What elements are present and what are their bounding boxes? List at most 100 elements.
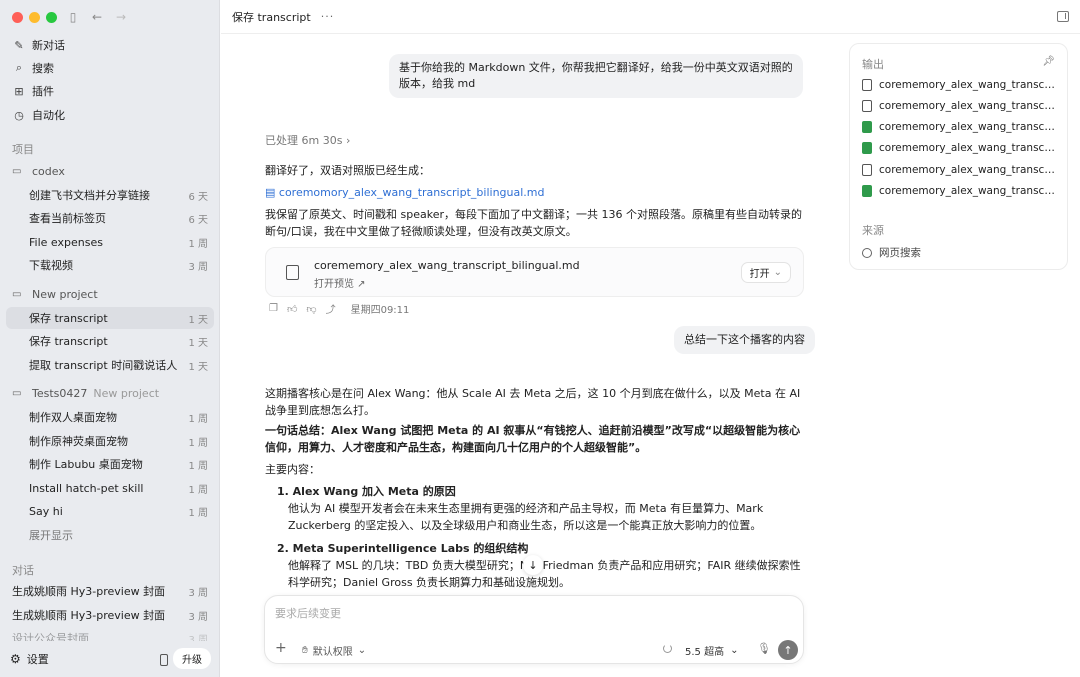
chevron-right-icon: › (345, 134, 351, 147)
output-file[interactable]: corememory_alex_wang_transcript... (862, 100, 1058, 112)
loading-spinner-icon (663, 644, 672, 653)
output-panel: 输出 📌︎ corememory_alex_wang_transcript...… (849, 43, 1068, 270)
maximize-window-button[interactable] (46, 12, 57, 23)
document-icon (286, 265, 299, 280)
clock-icon: ◷ (14, 108, 24, 122)
file-icon: ▤ (265, 186, 279, 199)
back-arrow-icon[interactable]: ← (90, 10, 104, 24)
top-bar: 保存 transcript ··· (221, 0, 1080, 34)
chat-item[interactable]: 生成姚顺雨 Hy3-preview 封面 3 周 (6, 604, 214, 626)
chat-item[interactable]: Say hi 1 周 (6, 500, 214, 522)
copy-icon[interactable]: ❐ (269, 303, 278, 314)
nav-automation[interactable]: ◷ 自动化 (6, 104, 214, 126)
spreadsheet-icon (862, 142, 872, 154)
document-icon (862, 164, 872, 176)
user-message: 基于你给我的 Markdown 文件，你帮我把它翻译好，给我一份中英文双语对照的… (389, 54, 803, 98)
output-title: 输出 (862, 58, 884, 71)
pin-icon[interactable]: 📌︎ (1042, 56, 1055, 67)
model-selector[interactable]: 5.5 超高 ⌄ (685, 643, 738, 658)
gear-icon: ⚙ (10, 652, 21, 666)
processed-toggle[interactable]: 已处理 6m 30s › (265, 132, 350, 148)
output-file[interactable]: corememory_alex_wang_transcript... (862, 164, 1058, 176)
chat-area: 基于你给我的 Markdown 文件，你帮我把它翻译好，给我一份中英文双语对照的… (221, 35, 841, 595)
sidebar-toggle-icon[interactable]: ▯ (66, 10, 80, 24)
output-file[interactable]: corememory_alex_wang_transcript... (862, 79, 1058, 91)
nav-plugins[interactable]: ⊞ 插件 (6, 80, 214, 102)
list-item: 1. Alex Wang 加入 Meta 的原因 他认为 AI 模型开发者会在未… (277, 485, 764, 532)
document-icon (862, 100, 872, 112)
file-card[interactable]: corememory_alex_wang_transcript_bilingua… (265, 247, 804, 297)
sidebar: ▯ ← → ✎ 新对话 ⌕ 搜索 ⊞ 插件 ◷ 自动化 项目 ▭ codex 创建飞书文档… (0, 0, 220, 677)
thumbs-up-icon[interactable]: 👍︎ (287, 303, 297, 315)
chat-item[interactable]: Install hatch-pet skill 1 周 (6, 477, 214, 499)
user-message: 总结一下这个播客的内容 (674, 326, 815, 354)
chat-item[interactable]: 生成姚顺雨 Hy3-preview 封面 3 周 (6, 580, 214, 602)
show-more-link[interactable]: 展开显示 (6, 524, 214, 546)
assistant-text: 主要内容： (265, 463, 320, 476)
folder-codex[interactable]: ▭ codex (6, 160, 214, 182)
chat-item[interactable]: 制作双人桌面宠物 1 周 (6, 406, 214, 428)
thumbs-down-icon[interactable]: 👎︎ (306, 303, 316, 315)
scroll-down-button[interactable]: ↓ (523, 555, 543, 575)
chat-item[interactable]: 查看当前标签页 6 天 (6, 207, 214, 229)
share-icon[interactable]: ⤴ (326, 301, 336, 316)
file-link[interactable]: ▤ coremomory_alex_wang_transcript_biling… (265, 184, 805, 201)
sidebar-top-icons: ▯ ← → (66, 10, 128, 24)
folder-icon: ▭ (12, 165, 22, 177)
assistant-text: 翻译好了，双语对照版已经生成： (265, 164, 430, 177)
chat-item[interactable]: 保存 transcript 1 天 (6, 330, 214, 352)
close-window-button[interactable] (12, 12, 23, 23)
chat-item-active[interactable]: 保存 transcript 1 天 (6, 307, 214, 329)
window-controls (12, 12, 57, 23)
chat-item[interactable]: 创建飞书文档并分享链接 6 天 (6, 184, 214, 206)
assistant-text: 我保留了原英文、时间戳和 speaker，每段下面加了中文翻译；一共 136 个… (265, 208, 802, 238)
file-card-name: corememory_alex_wang_transcript_bilingua… (314, 259, 580, 272)
chats-section-title: 对话 (12, 564, 34, 577)
folder-new-project[interactable]: ▭ New project (6, 283, 214, 305)
projects-section-title: 项目 (12, 143, 34, 156)
edit-icon: ✎ (14, 38, 24, 52)
add-icon[interactable]: + (275, 640, 287, 656)
chat-item[interactable]: 提取 transcript 时间戳说话人 1 天 (6, 354, 214, 376)
panel-toggle-icon[interactable] (1057, 11, 1069, 22)
open-preview-link[interactable]: 打开预览 ↗ (314, 275, 366, 290)
send-button[interactable]: ↑ (778, 640, 798, 660)
assistant-text: 这期播客核心是在问 Alex Wang：他从 Scale AI 去 Meta 之… (265, 387, 801, 417)
phone-icon[interactable] (160, 654, 168, 666)
folder-icon: ▭ (12, 387, 22, 399)
folder-tests0427[interactable]: ▭ Tests0427 New project (6, 382, 214, 404)
chat-item[interactable]: File expenses 1 周 (6, 231, 214, 253)
microphone-icon[interactable]: 🎙︎ (757, 642, 771, 655)
upgrade-button[interactable]: 升级 (173, 648, 211, 669)
output-file[interactable]: corememory_alex_wang_transcript... (862, 142, 1058, 154)
minimize-window-button[interactable] (29, 12, 40, 23)
chat-item[interactable]: 下载视频 3 周 (6, 254, 214, 276)
page-title: 保存 transcript (232, 10, 311, 24)
spreadsheet-icon (862, 121, 872, 133)
nav-search[interactable]: ⌕ 搜索 (6, 57, 214, 79)
more-options-icon[interactable]: ··· (321, 10, 335, 23)
nav-new-chat[interactable]: ✎ 新对话 (6, 34, 214, 56)
output-file[interactable]: corememory_alex_wang_transcript... (862, 185, 1058, 197)
message-input[interactable]: 要求后续变更 (275, 605, 341, 621)
composer: 要求后续变更 + ✋︎ 默认权限 ⌄ 5.5 超高 ⌄ 🎙︎ ↑ (264, 595, 804, 664)
chat-item[interactable]: 制作 Labubu 桌面宠物 1 周 (6, 453, 214, 475)
folder-icon: ▭ (12, 288, 22, 300)
grid-icon: ⊞ (14, 84, 24, 98)
settings-button[interactable]: ⚙ 设置 (10, 651, 49, 667)
chat-item[interactable]: 制作原神荧桌面宠物 1 周 (6, 430, 214, 452)
permission-selector[interactable]: ✋︎ 默认权限 ⌄ (302, 643, 366, 658)
arrow-up-icon: ↑ (783, 643, 793, 657)
document-icon (862, 79, 872, 91)
hand-icon: ✋︎ (302, 645, 308, 656)
chevron-down-icon: ⌄ (357, 645, 367, 656)
open-button[interactable]: 打开 ⌄ (740, 262, 791, 283)
web-search-source[interactable]: 网页搜索 (862, 245, 921, 260)
chevron-down-icon: ⌄ (773, 267, 782, 278)
output-file[interactable]: corememory_alex_wang_transcript... (862, 121, 1058, 133)
source-title: 来源 (862, 224, 884, 237)
globe-icon (862, 247, 872, 258)
assistant-text: 一句话总结：Alex Wang 试图把 Meta 的 AI 叙事从“有钱挖人、追… (265, 424, 801, 454)
forward-arrow-icon[interactable]: → (114, 10, 128, 24)
search-icon: ⌕ (15, 61, 23, 74)
